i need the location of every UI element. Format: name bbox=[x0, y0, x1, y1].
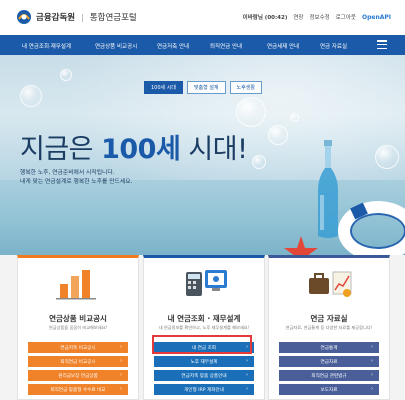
logo-site: 통합연금포털 bbox=[89, 13, 137, 23]
card-description: 연금상품을 꼼꼼히 비교해보세요! bbox=[48, 325, 108, 330]
card-description: 연금자료, 연금통계 등 다양한 자료를 제공합니다! bbox=[285, 325, 373, 330]
custom-product-guide-button[interactable]: 연금저축 맞춤 상품안내 › bbox=[154, 370, 254, 381]
hero-headline: 지금은 100세 시대! bbox=[20, 134, 248, 165]
chevron-right-icon: › bbox=[246, 372, 248, 378]
service-cards: 연금상품 비교공시 연금상품을 꼼꼼히 비교해보세요! 연금저축 비교공시 › 퇴… bbox=[0, 255, 405, 400]
chevron-right-icon: › bbox=[246, 358, 248, 364]
nav-item-my-pension[interactable]: 내 연금조회·재무설계 bbox=[22, 42, 71, 50]
briefcase-chart-illustration-icon bbox=[309, 271, 352, 297]
press-release-button[interactable]: 보도자료 › bbox=[279, 384, 379, 395]
top-header: 금융감독원 | 통합연금포털 이바람님 (00:42) 연장 정보수정 로그아웃… bbox=[0, 0, 405, 35]
nav-item-retirement[interactable]: 퇴직연금 안내 bbox=[210, 42, 242, 50]
hero-subtitle-2: 내게 맞는 연금설계로 행복한 노후를 만드세요. bbox=[20, 179, 133, 185]
chevron-right-icon: › bbox=[371, 344, 373, 350]
nav-item-compare[interactable]: 연금상품 비교공시 bbox=[95, 42, 137, 50]
chevron-right-icon: › bbox=[120, 344, 122, 350]
bubble-decoration bbox=[375, 145, 399, 169]
card-title: 연금 자료실 bbox=[310, 314, 348, 323]
logout-link[interactable]: 로그아웃 bbox=[336, 13, 356, 21]
bubble-decoration bbox=[20, 85, 42, 107]
tab-retirement-life[interactable]: 노후생활 bbox=[229, 81, 262, 94]
card-title: 내 연금조회 · 재무설계 bbox=[167, 314, 241, 323]
calculator-monitor-illustration-icon bbox=[186, 270, 227, 296]
bubble-decoration bbox=[290, 113, 299, 122]
logo-org: 금융감독원 bbox=[36, 13, 76, 23]
hero-tabs: 100세 시대 맞춤형 설계 노후생활 bbox=[144, 81, 262, 94]
main-nav: 내 연금조회·재무설계 연금상품 비교공시 연금저축 안내 퇴직연금 안내 연금… bbox=[0, 35, 405, 55]
irp-account-button[interactable]: 개인형 IRP 계좌안내 › bbox=[154, 384, 254, 395]
retirement-law-button[interactable]: 퇴직연금 관련법규 › bbox=[279, 370, 379, 381]
chevron-right-icon: › bbox=[120, 386, 122, 392]
chevron-right-icon: › bbox=[371, 358, 373, 364]
openapi-link[interactable]: OpenAPI bbox=[362, 14, 391, 21]
savings-compare-button[interactable]: 연금저축 비교공시 › bbox=[28, 342, 128, 353]
highlight-box bbox=[152, 335, 252, 354]
guaranteed-products-button[interactable]: 원리금보장 연금상품 › bbox=[28, 370, 128, 381]
nav-item-savings[interactable]: 연금저축 안내 bbox=[157, 42, 189, 50]
extend-session-link[interactable]: 연장 bbox=[293, 13, 303, 21]
logo-divider: | bbox=[81, 12, 84, 22]
hamburger-menu-icon[interactable] bbox=[377, 40, 387, 50]
card-title: 연금상품 비교공시 bbox=[49, 314, 107, 323]
bubble-decoration bbox=[236, 97, 266, 127]
chevron-right-icon: › bbox=[371, 372, 373, 378]
fss-logo-icon bbox=[17, 10, 31, 24]
retirement-compare-button[interactable]: 퇴직연금 비교공시 › bbox=[28, 356, 128, 367]
chevron-right-icon: › bbox=[120, 358, 122, 364]
tab-100-era[interactable]: 100세 시대 bbox=[144, 81, 183, 94]
bubble-decoration bbox=[60, 69, 72, 81]
bubble-decoration bbox=[268, 125, 288, 145]
chevron-right-icon: › bbox=[371, 386, 373, 392]
pension-materials-button[interactable]: 연금자료 › bbox=[279, 356, 379, 367]
card-description: 내 연금정보를 확인하고, 노후 재무설계를 해보세요! bbox=[158, 325, 250, 330]
card-my-pension: 내 연금조회 · 재무설계 내 연금정보를 확인하고, 노후 재무설계를 해보세… bbox=[143, 255, 265, 400]
utility-menu: 이바람님 (00:42) 연장 정보수정 로그아웃 OpenAPI bbox=[242, 13, 391, 22]
chevron-right-icon: › bbox=[246, 386, 248, 392]
nav-item-tax[interactable]: 연금세제 안내 bbox=[267, 42, 299, 50]
pension-stats-button[interactable]: 연금통계 › bbox=[279, 342, 379, 353]
nav-item-archive[interactable]: 연금 자료실 bbox=[320, 42, 347, 50]
card-archive: 연금 자료실 연금자료, 연금통계 등 다양한 자료를 제공합니다! 연금통계 ›… bbox=[268, 255, 390, 400]
starfish-illustration bbox=[284, 236, 318, 255]
chevron-right-icon: › bbox=[120, 372, 122, 378]
tab-custom-plan[interactable]: 맞춤형 설계 bbox=[186, 81, 226, 94]
user-session: 이바람님 (00:42) bbox=[242, 15, 288, 21]
fee-compare-button[interactable]: 퇴직연금 맞춤형 수수료 비교 › bbox=[28, 384, 128, 395]
retirement-planning-button[interactable]: 노후 재무설계 › bbox=[154, 356, 254, 367]
card-compare: 연금상품 비교공시 연금상품을 꼼꼼히 비교해보세요! 연금저축 비교공시 › 퇴… bbox=[17, 255, 139, 400]
bar-chart-illustration-icon bbox=[56, 270, 96, 300]
hero-subtitle-1: 행복한 노후, 연금준비에서 시작됩니다. bbox=[20, 170, 115, 176]
bubble-decoration bbox=[252, 155, 266, 169]
site-logo[interactable]: 금융감독원 | 통합연금포털 bbox=[16, 9, 137, 25]
headline-highlight: 100세 bbox=[101, 134, 181, 165]
hero-banner: 100세 시대 맞춤형 설계 노후생활 지금은 100세 시대! 행복한 노후,… bbox=[0, 55, 405, 255]
edit-info-link[interactable]: 정보수정 bbox=[309, 13, 329, 21]
bottle-illustration bbox=[318, 140, 338, 238]
